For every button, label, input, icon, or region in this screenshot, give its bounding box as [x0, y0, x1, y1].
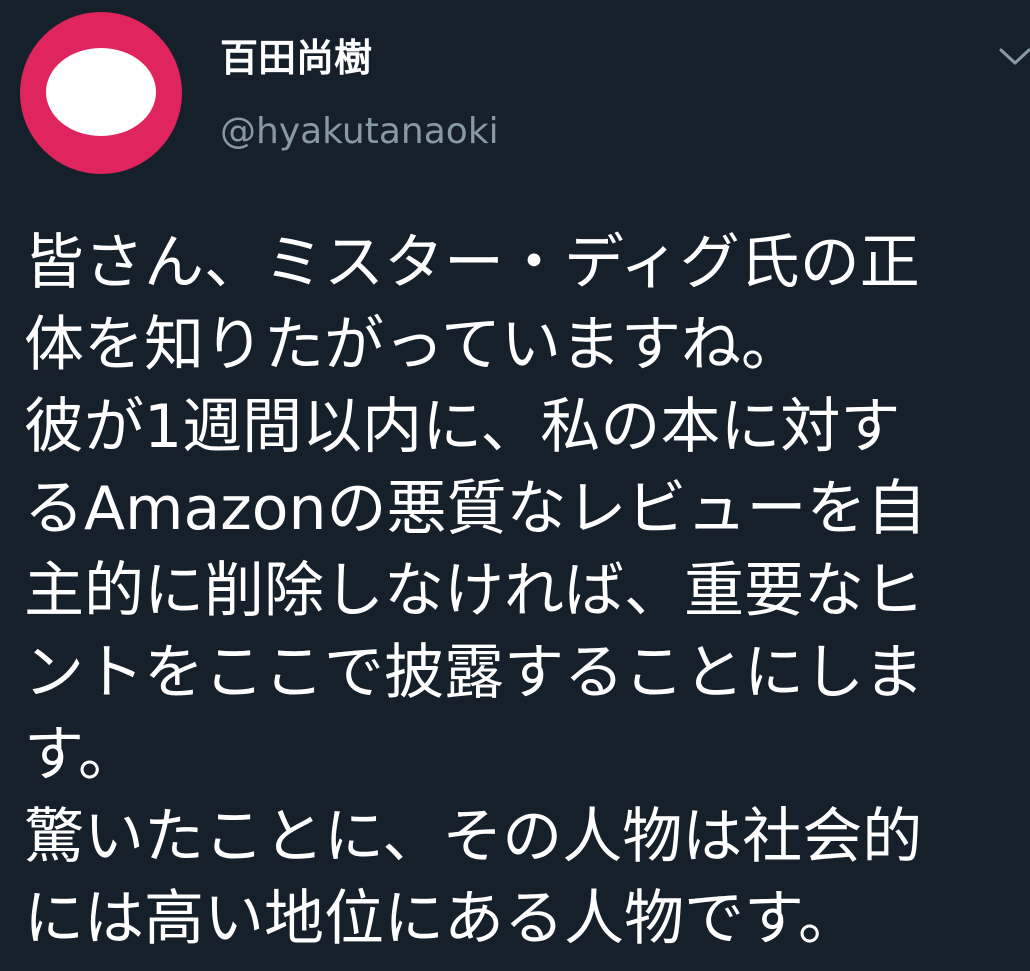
avatar-center-shape: [46, 48, 156, 136]
tweet-text-line: 体を知りたがっていますね。: [24, 310, 801, 380]
tweet-text-line: るAmazonの悪質なレビューを自: [24, 474, 927, 544]
avatar[interactable]: [20, 12, 182, 174]
author-display-name[interactable]: 百田尚樹: [220, 34, 372, 82]
tweet-text-line: 彼が1週間以内に、私の本に対す: [24, 392, 901, 462]
tweet-text-line: ントをここで披露することにしま: [24, 638, 924, 708]
tweet-card: 百田尚樹 @hyakutanaoki 皆さん、ミスター・ディグ氏の正 体を知りた…: [0, 0, 1030, 971]
author-handle[interactable]: @hyakutanaoki: [220, 108, 499, 156]
tweet-text: 皆さん、ミスター・ディグ氏の正 体を知りたがっていますね。 彼が1週間以内に、私…: [24, 222, 1024, 960]
tweet-text-line: には高い地位にある人物です。: [24, 884, 858, 954]
tweet-text-line: 皆さん、ミスター・ディグ氏の正: [24, 228, 920, 298]
tweet-text-line: す。: [24, 720, 138, 790]
tweet-text-line: 驚いたことに、その人物は社会的: [24, 802, 923, 872]
tweet-text-line: 主的に削除しなければ、重要なヒ: [24, 556, 924, 626]
chevron-down-icon[interactable]: [998, 46, 1030, 68]
